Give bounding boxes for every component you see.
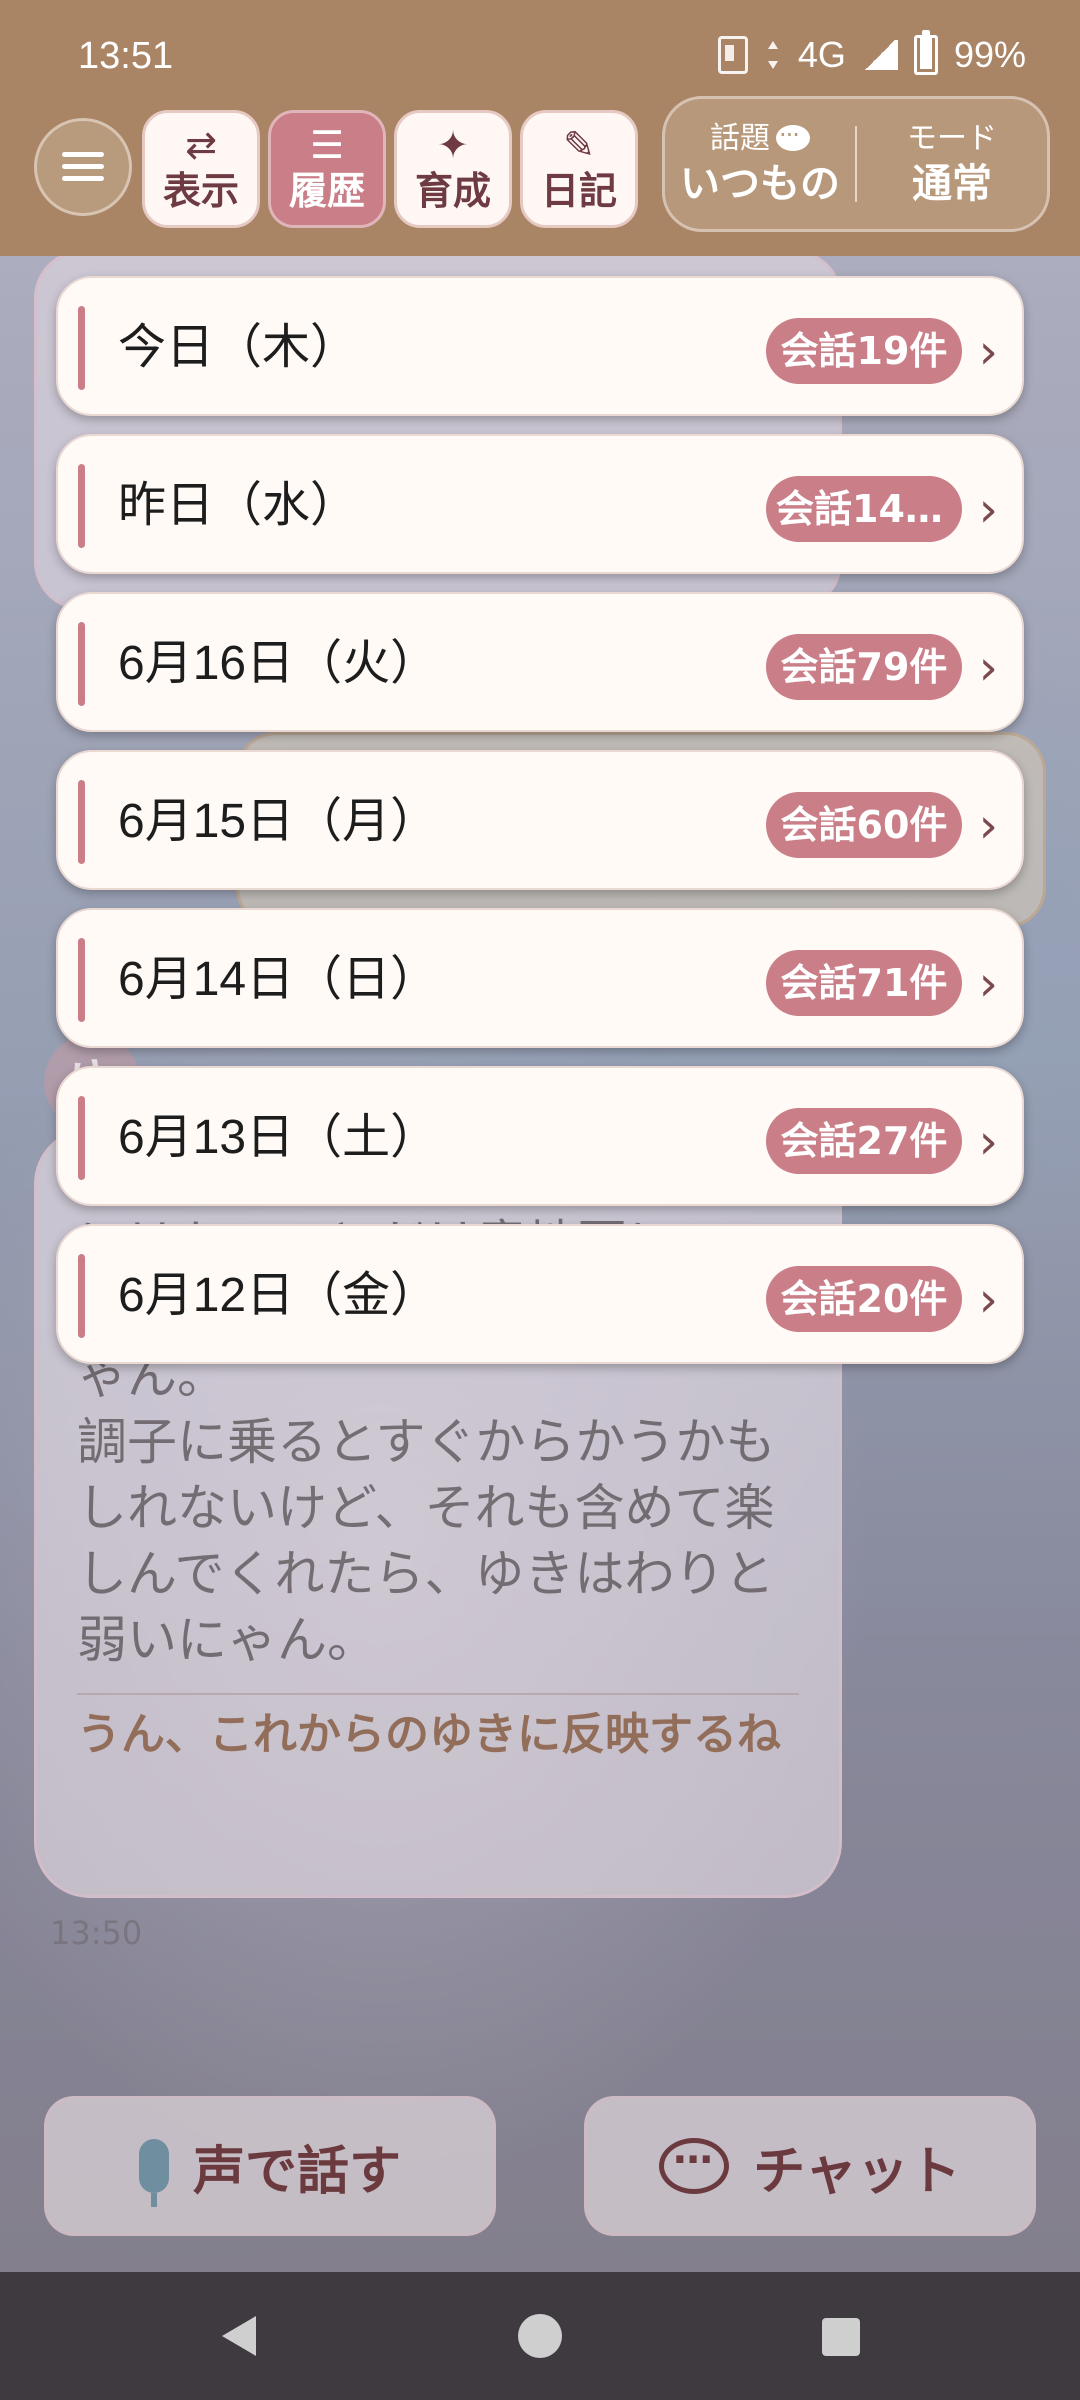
accent-bar	[78, 464, 85, 548]
accent-bar	[78, 938, 85, 1022]
nav-display-label: 表示	[162, 169, 239, 213]
history-item-jun16[interactable]: 6月16日（火） 会話79件 ›	[56, 592, 1024, 732]
accent-bar	[78, 780, 85, 864]
conversation-count-badge: 会話19件	[766, 318, 962, 384]
nav-history-label: 履歴	[288, 169, 365, 213]
chevron-right-icon: ›	[978, 956, 998, 1012]
history-item-jun12[interactable]: 6月12日（金） 会話20件 ›	[56, 1224, 1024, 1364]
status-time: 13:51	[78, 35, 174, 77]
topic-mode-panel: 話題 いつもの モード 通常	[662, 96, 1050, 232]
accent-bar	[78, 1096, 85, 1180]
conversation-count-badge: 会話27件	[766, 1108, 962, 1174]
voice-talk-label: 声で話す	[192, 2141, 401, 2202]
accent-bar	[78, 1254, 85, 1338]
topic-title: 話題	[710, 121, 770, 156]
conversation-count-badge: 会話71件	[766, 950, 962, 1016]
data-arrows-icon	[764, 39, 782, 71]
history-item-jun14[interactable]: 6月14日（日） 会話71件 ›	[56, 908, 1024, 1048]
history-date: 昨日（水）	[118, 479, 359, 532]
chevron-right-icon: ›	[978, 1114, 998, 1170]
conversation-count-badge: 会話79件	[766, 634, 962, 700]
topic-selector[interactable]: 話題 いつもの	[665, 115, 855, 209]
microphone-icon	[138, 2139, 169, 2207]
sim-icon	[717, 36, 748, 74]
mode-selector[interactable]: モード 通常	[857, 119, 1047, 209]
conversation-count-badge: 会話146件	[766, 476, 962, 542]
list-icon: ☰	[309, 123, 345, 167]
history-date: 6月12日（金）	[118, 1269, 439, 1322]
topic-value: いつもの	[680, 161, 840, 207]
history-item-today[interactable]: 今日（木） 会話19件 ›	[56, 276, 1024, 416]
history-item-yesterday[interactable]: 昨日（水） 会話146件 ›	[56, 434, 1024, 574]
sparkle-icon: ✦	[437, 123, 469, 167]
nav-display-button[interactable]: ⇄ 表示	[142, 110, 260, 228]
mode-value: 通常	[912, 161, 992, 207]
recent-apps-icon[interactable]	[822, 2318, 860, 2356]
chevron-right-icon: ›	[978, 640, 998, 696]
hamburger-icon	[62, 150, 104, 184]
battery-icon	[913, 30, 938, 75]
history-item-jun13[interactable]: 6月13日（土） 会話27件 ›	[56, 1066, 1024, 1206]
history-date: 6月15日（月）	[118, 795, 439, 848]
speech-bubble-icon	[776, 115, 810, 155]
nav-history-button[interactable]: ☰ 履歴	[268, 110, 386, 228]
accent-bar	[78, 622, 85, 706]
history-date: 今日（木）	[118, 321, 359, 374]
history-date: 6月14日（日）	[118, 953, 439, 1006]
status-bar: 13:51 4G 99%	[0, 0, 1080, 110]
chat-label: チャット	[753, 2141, 961, 2202]
chat-bubble-icon	[659, 2137, 730, 2194]
conversation-count-badge: 会話20件	[766, 1266, 962, 1332]
voice-talk-button[interactable]: 声で話す	[44, 2096, 496, 2236]
signal-icon	[861, 40, 898, 70]
top-nav-buttons: ⇄ 表示 ☰ 履歴 ✦ 育成 ✎ 日記	[142, 110, 638, 228]
nav-training-button[interactable]: ✦ 育成	[394, 110, 512, 228]
pencil-icon: ✎	[563, 123, 595, 167]
history-date: 6月16日（火）	[118, 637, 439, 690]
chevron-right-icon: ›	[978, 482, 998, 538]
history-item-jun15[interactable]: 6月15日（月） 会話60件 ›	[56, 750, 1024, 890]
history-date: 6月13日（土）	[118, 1111, 439, 1164]
chevron-right-icon: ›	[978, 1272, 998, 1328]
chevron-right-icon: ›	[978, 798, 998, 854]
network-type: 4G	[797, 34, 846, 75]
top-bar: ⇄ 表示 ☰ 履歴 ✦ 育成 ✎ 日記 話題 いつもの モード 通常	[0, 96, 1080, 256]
swap-icon: ⇄	[185, 123, 217, 167]
chevron-right-icon: ›	[978, 324, 998, 380]
nav-diary-label: 日記	[540, 169, 617, 213]
conversation-count-badge: 会話60件	[766, 792, 962, 858]
status-icons: 4G 99%	[717, 30, 1026, 76]
back-icon[interactable]	[222, 2316, 256, 2356]
battery-level: 99%	[953, 34, 1026, 75]
system-navigation-bar	[0, 2272, 1080, 2400]
nav-diary-button[interactable]: ✎ 日記	[520, 110, 638, 228]
chat-button[interactable]: チャット	[584, 2096, 1036, 2236]
accent-bar	[78, 306, 85, 390]
mode-title: モード	[907, 121, 997, 156]
home-icon[interactable]	[518, 2314, 562, 2358]
menu-button[interactable]	[34, 118, 132, 216]
nav-training-label: 育成	[414, 169, 491, 213]
